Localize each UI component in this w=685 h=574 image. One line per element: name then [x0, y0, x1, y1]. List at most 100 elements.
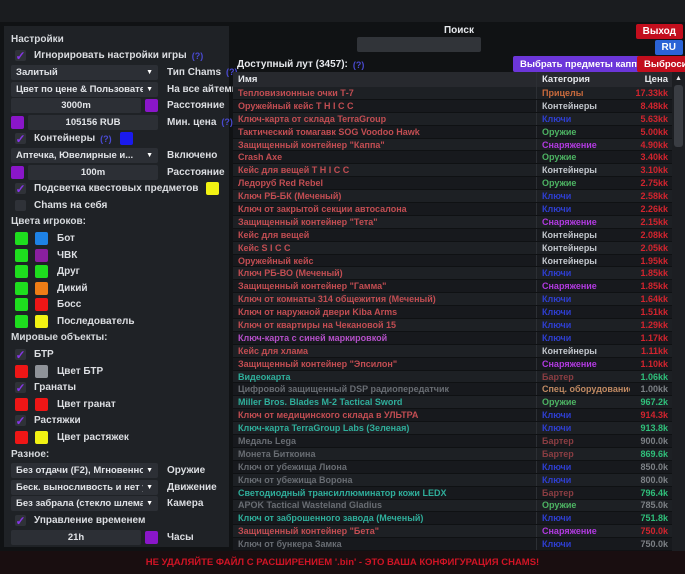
table-row[interactable]: Монета БиткоинаБартер869.6k	[233, 448, 685, 461]
item-category: Оружие	[536, 500, 630, 512]
value-input[interactable]: 21h	[11, 530, 141, 545]
table-row[interactable]: Ключ от медицинского склада в УЛЬТРАКлюч…	[233, 409, 685, 422]
item-price: 1.95kk	[630, 256, 672, 266]
dropdown[interactable]: Без отдачи (F2), Мгновенное п▼	[11, 463, 158, 478]
table-row[interactable]: Ключ-карта TerraGroup Labs (Зеленая)Ключ…	[233, 422, 685, 435]
table-row[interactable]: Ключ РБ-ВО (Меченый)Ключи1.85kk	[233, 267, 685, 280]
table-row[interactable]: Ключ от бункера ЗамкаКлючи750.0k	[233, 538, 685, 551]
scrollbar[interactable]: ▲	[672, 72, 685, 551]
dropdown[interactable]: Аптечка, Ювелирные и...▼	[11, 148, 158, 163]
checkbox[interactable]	[15, 200, 26, 211]
color-label: Последователь	[57, 316, 135, 327]
table-row[interactable]: APOK Tactical Wasteland GladiusОружие785…	[233, 500, 685, 513]
value-input[interactable]: 105156 RUB	[28, 115, 158, 130]
table-row[interactable]: Crash AxeОружие3.40kk	[233, 151, 685, 164]
table-row[interactable]: Защищенный контейнер "Бета"Снаряжение750…	[233, 525, 685, 538]
table-row[interactable]: Ключ от квартиры на Чекановой 15Ключи1.2…	[233, 319, 685, 332]
table-row[interactable]: Кейс для хламаКонтейнеры1.11kk	[233, 345, 685, 358]
table-row[interactable]: Miller Bros. Blades M-2 Tactical SwordОр…	[233, 396, 685, 409]
dropdown[interactable]: Без забрала (стекло шлема)▼	[11, 496, 158, 511]
dropdown-value: Залитый	[16, 67, 58, 78]
checkbox[interactable]: ✓	[15, 50, 26, 61]
table-row[interactable]: Оружейный кейсКонтейнеры1.95kk	[233, 255, 685, 268]
table-row[interactable]: Кейс для вещей T H I C CКонтейнеры3.10kk	[233, 164, 685, 177]
column-header-name[interactable]: Имя	[233, 74, 536, 85]
color-swatch[interactable]	[206, 182, 219, 195]
item-category: Оружие	[536, 151, 630, 163]
table-row[interactable]: Ключ-карта с синей маркировкойКлючи1.17k…	[233, 332, 685, 345]
color-swatch-primary[interactable]	[15, 365, 28, 378]
dropdown[interactable]: Беск. выносливость и нет уста▼	[11, 480, 158, 495]
color-swatch-secondary[interactable]	[35, 282, 48, 295]
color-swatch-primary[interactable]	[15, 249, 28, 262]
checkbox[interactable]: ✓	[15, 183, 26, 194]
color-swatch-primary[interactable]	[15, 398, 28, 411]
color-swatch[interactable]	[11, 166, 24, 179]
dropdown[interactable]: Цвет по цене & Пользователь▼	[11, 82, 158, 97]
color-swatch-primary[interactable]	[15, 232, 28, 245]
dropdown[interactable]: Залитый▼	[11, 65, 158, 80]
color-swatch[interactable]	[120, 132, 133, 145]
item-category: Контейнеры	[536, 164, 630, 176]
value-input[interactable]: 100m	[28, 165, 158, 180]
column-header-category[interactable]: Категория	[536, 72, 630, 87]
table-row[interactable]: Ключ от убежища ВоронаКлючи800.0k	[233, 474, 685, 487]
table-row[interactable]: Ключ РБ-БК (Меченый)Ключи2.58kk	[233, 190, 685, 203]
table-row[interactable]: Кейс S I C CКонтейнеры2.05kk	[233, 242, 685, 255]
sidebar-row: Залитый▼Тип Chams(?)	[11, 64, 222, 81]
table-row[interactable]: Ключ-карта от склада TerraGroupКлючи5.63…	[233, 113, 685, 126]
checkbox[interactable]: ✓	[15, 382, 26, 393]
color-swatch[interactable]	[145, 531, 158, 544]
scroll-up-icon[interactable]: ▲	[672, 72, 685, 84]
color-swatch-secondary[interactable]	[35, 398, 48, 411]
table-row[interactable]: Оружейный кейс T H I C CКонтейнеры8.48kk	[233, 100, 685, 113]
item-price: 1.06kk	[630, 372, 672, 382]
item-name: Ключ-карта с синей маркировкой	[233, 333, 536, 343]
color-swatch-primary[interactable]	[15, 315, 28, 328]
table-row[interactable]: Ключ от закрытой секции автосалонаКлючи2…	[233, 203, 685, 216]
table-row[interactable]: Защищенный контейнер "Гамма"Снаряжение1.…	[233, 280, 685, 293]
search-input[interactable]	[357, 37, 481, 52]
table-row[interactable]: Кейс для вещейКонтейнеры2.08kk	[233, 229, 685, 242]
table-row[interactable]: ВидеокартаБартер1.06kk	[233, 371, 685, 384]
table-row[interactable]: Ключ от убежища ЛионаКлючи850.0k	[233, 461, 685, 474]
color-swatch[interactable]	[145, 99, 158, 112]
sidebar-row: 100mРасстояние	[11, 164, 222, 181]
color-swatch-secondary[interactable]	[35, 315, 48, 328]
color-swatch-primary[interactable]	[15, 431, 28, 444]
scrollbar-thumb[interactable]	[674, 85, 683, 147]
exit-button[interactable]: Выход	[636, 24, 683, 39]
table-row[interactable]: Ключ от комнаты 314 общежития (Меченый)К…	[233, 293, 685, 306]
table-row[interactable]: Защищенный контейнер "Эпсилон"Снаряжение…	[233, 358, 685, 371]
table-row[interactable]: Тактический томагавк SOG Voodoo HawkОруж…	[233, 126, 685, 139]
checkbox[interactable]: ✓	[15, 415, 26, 426]
table-row[interactable]: Ледоруб Red RebelОружие2.75kk	[233, 177, 685, 190]
chevron-down-icon: ▼	[146, 500, 153, 507]
color-swatch-secondary[interactable]	[35, 265, 48, 278]
table-row[interactable]: Светодиодный трансиллюминатор кожи LEDXБ…	[233, 487, 685, 500]
checkbox[interactable]: ✓	[15, 133, 26, 144]
table-row[interactable]: Ключ от заброшенного завода (Меченый)Клю…	[233, 512, 685, 525]
table-row[interactable]: Медаль LegaБартер900.0k	[233, 435, 685, 448]
table-row[interactable]: Защищенный контейнер "Тета"Снаряжение2.1…	[233, 216, 685, 229]
table-row[interactable]: Тепловизионные очки Т-7Прицелы17.33kk	[233, 87, 685, 100]
drop-all-button[interactable]: Выбросить все	[637, 56, 685, 72]
checkbox[interactable]: ✓	[15, 349, 26, 360]
color-swatch[interactable]	[11, 116, 24, 129]
table-row[interactable]: Цифровой защищенный DSP радиопередатчикС…	[233, 383, 685, 396]
table-row[interactable]: Защищенный контейнер "Каппа"Снаряжение4.…	[233, 139, 685, 152]
color-swatch-primary[interactable]	[15, 265, 28, 278]
color-swatch-secondary[interactable]	[35, 431, 48, 444]
language-button[interactable]: RU	[655, 40, 683, 55]
color-swatch-primary[interactable]	[15, 282, 28, 295]
select-kappa-items-button[interactable]: Выбрать предметы каппа	[513, 56, 649, 72]
color-swatch-primary[interactable]	[15, 298, 28, 311]
column-header-price[interactable]: Цена	[630, 74, 672, 85]
color-swatch-secondary[interactable]	[35, 249, 48, 262]
color-swatch-secondary[interactable]	[35, 365, 48, 378]
table-row[interactable]: Ключ от наружной двери Kiba ArmsКлючи1.5…	[233, 306, 685, 319]
color-swatch-secondary[interactable]	[35, 232, 48, 245]
color-swatch-secondary[interactable]	[35, 298, 48, 311]
value-input[interactable]: 3000m	[11, 98, 141, 113]
checkbox[interactable]: ✓	[15, 515, 26, 526]
